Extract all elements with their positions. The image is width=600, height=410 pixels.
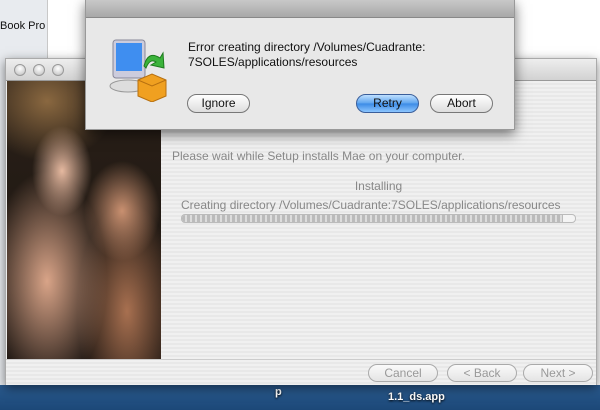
install-status: Installing	[354, 179, 403, 193]
error-dialog: Error creating directory /Volumes/Cuadra…	[85, 0, 515, 130]
abort-button[interactable]: Abort	[430, 94, 493, 113]
install-message: Please wait while Setup installs Mae on …	[172, 149, 465, 163]
installer-computer-icon	[109, 39, 167, 102]
error-message-line: Error creating directory /Volumes/Cuadra…	[188, 40, 426, 54]
install-detail: Creating directory /Volumes/Cuadrante:7S…	[181, 198, 561, 212]
sidebar-item-macbook[interactable]: Book Pro	[0, 20, 45, 32]
error-message-line: 7SOLES/applications/resources	[188, 55, 358, 69]
progress-bar	[181, 214, 576, 223]
retry-button[interactable]: Retry	[356, 94, 419, 113]
desktop-icon-label[interactable]: p	[275, 386, 282, 398]
minimize-button[interactable]	[33, 64, 45, 76]
back-button[interactable]: < Back	[447, 364, 517, 382]
sheet-header	[86, 0, 514, 18]
button-bar: Cancel < Back Next >	[6, 359, 596, 385]
error-message: Error creating directory /Volumes/Cuadra…	[188, 40, 488, 70]
ignore-button[interactable]: Ignore	[187, 94, 250, 113]
desktop: p 1.1_ds.app	[0, 385, 600, 410]
progress-fill	[182, 215, 564, 222]
next-button[interactable]: Next >	[523, 364, 593, 382]
zoom-button[interactable]	[52, 64, 64, 76]
close-button[interactable]	[14, 64, 26, 76]
cancel-button[interactable]: Cancel	[368, 364, 438, 382]
desktop-icon-label[interactable]: 1.1_ds.app	[388, 391, 445, 403]
